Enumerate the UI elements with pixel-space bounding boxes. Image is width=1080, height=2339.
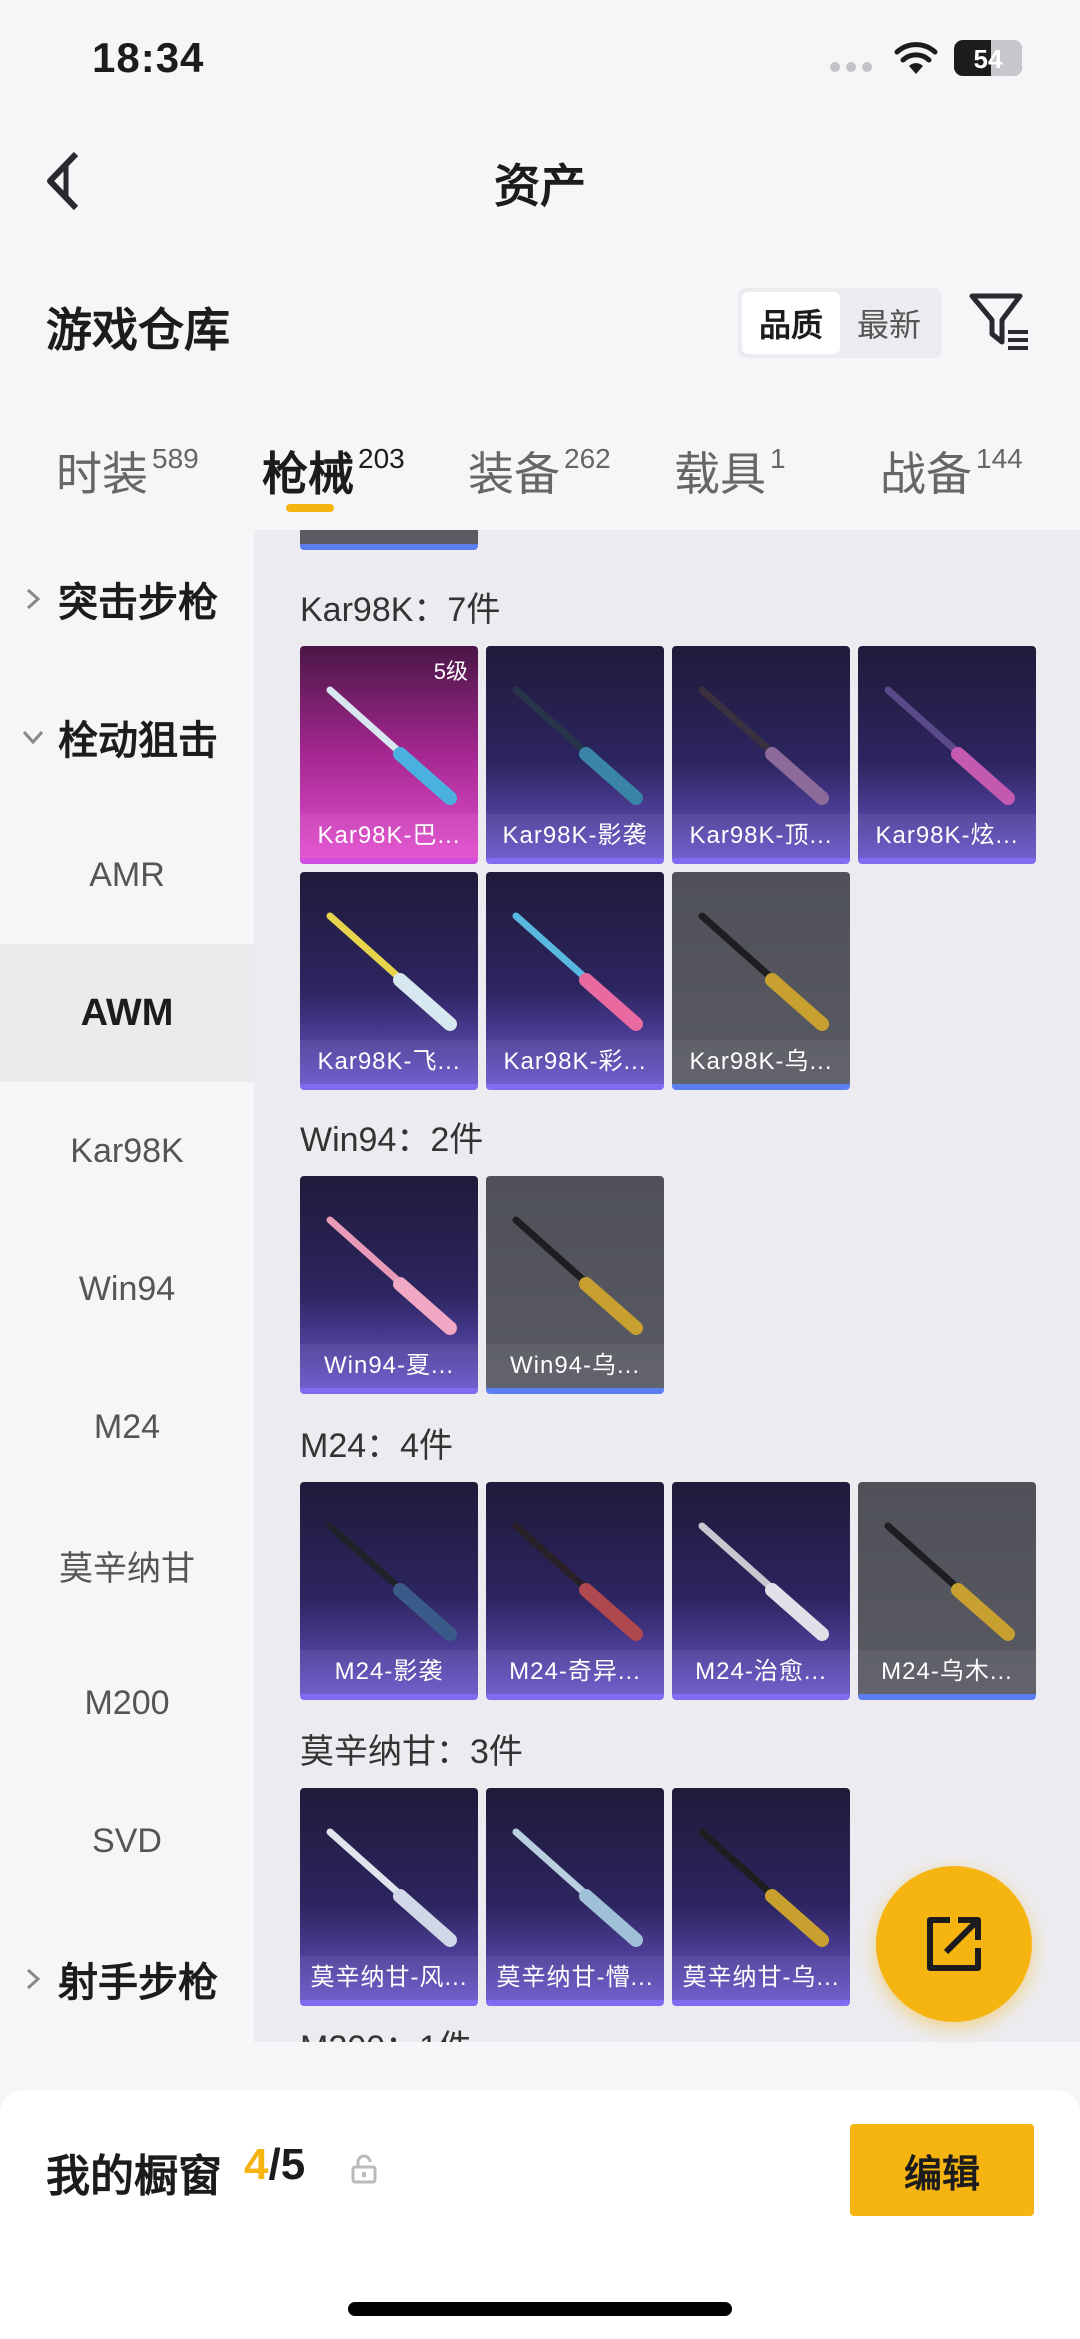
chevron-down-icon [22,730,44,745]
weapon-card-label: 莫辛纳甘-乌... [672,1956,850,2000]
rifle-icon [884,686,1015,805]
weapon-card-label: Kar98K-飞... [300,1040,478,1084]
share-button[interactable] [876,1866,1032,2022]
signal-dots-icon [830,62,872,72]
weapon-card[interactable]: Kar98K-彩... [486,872,664,1090]
rifle-icon [512,1522,643,1641]
weapon-card-label: Kar98K-炫... [858,814,1036,858]
sort-quality-button[interactable]: 品质 [742,292,840,354]
section-title: M24：4件 [300,1427,454,1465]
weapon-card-label: M24-乌木... [858,1650,1036,1694]
weapon-card-label: M24-治愈... [672,1650,850,1694]
tab-firearms[interactable]: 枪械 203 [262,438,405,504]
sidebar-item-m200[interactable]: M200 [0,1634,254,1772]
weapon-card-label: M24-影袭 [300,1650,478,1694]
sidebar-group-bolt-snipers[interactable]: 栓动狙击 [0,668,254,806]
tab-tactical[interactable]: 战备 144 [880,438,1023,504]
home-indicator [348,2302,732,2316]
sidebar-item-mosin[interactable]: 莫辛纳甘 [0,1496,254,1634]
showcase-count: 4/5 [244,2140,306,2189]
sidebar-group-marksman-rifles[interactable]: 射手步枪 [0,1910,254,2048]
sidebar-item-m24[interactable]: M24 [0,1358,254,1496]
weapon-card-partial[interactable]: AWM-乌木... [300,530,478,550]
chevron-right-icon [26,1968,41,1990]
rifle-icon [698,1522,829,1641]
weapon-card-label: 莫辛纳甘-风... [300,1956,478,2000]
rifle-icon [698,1828,829,1947]
sidebar-group-assault-rifles[interactable]: 突击步枪 [0,530,254,668]
weapon-card[interactable]: Kar98K-影袭 [486,646,664,864]
nav-bar: 资产 [0,120,1080,240]
section-title: M200：1件 [300,2020,472,2042]
weapon-card-label: M24-奇异... [486,1650,664,1694]
sort-toggle: 品质 最新 [738,288,942,358]
showcase-label: 我的橱窗 [46,2152,222,2201]
weapon-card[interactable]: M24-治愈... [672,1482,850,1700]
category-tabs: 时装 589 枪械 203 装备 262 载具 1 战备 144 [0,420,1080,530]
rifle-icon [512,686,643,805]
sidebar-item-kar98k[interactable]: Kar98K [0,1082,254,1220]
rifle-icon [326,912,457,1031]
chevron-right-icon [26,588,41,610]
filter-icon[interactable] [968,290,1032,352]
weapon-card[interactable]: Kar98K-乌... [672,872,850,1090]
tab-fashion[interactable]: 时装 589 [56,438,199,504]
rifle-icon [326,686,457,805]
tab-vehicles[interactable]: 载具 1 [674,438,786,504]
rifle-icon [512,1828,643,1947]
wifi-icon [894,42,938,74]
warehouse-title: 游戏仓库 [46,304,230,356]
active-tab-indicator [286,504,334,512]
share-external-icon [927,1917,981,1971]
sidebar-item-amr[interactable]: AMR [0,806,254,944]
weapon-card[interactable]: Kar98K-炫... [858,646,1036,864]
weapon-card-label: Kar98K-巴... [300,814,478,858]
sidebar-item-awm[interactable]: AWM [0,944,254,1082]
edit-button[interactable]: 编辑 [850,2124,1034,2216]
rifle-icon [884,1522,1015,1641]
battery-level: 54 [973,44,1003,74]
sidebar: 突击步枪 栓动狙击 AMR AWM Kar98K Win94 M24 莫辛纳甘 … [0,530,254,2040]
sidebar-item-svd[interactable]: SVD [0,1772,254,1910]
weapon-grid: AWM-乌木... Kar98K：7件 Win94：2件 M24：4件 莫辛纳甘… [254,530,1080,2042]
status-bar: 18:34 54 [0,0,1080,120]
rifle-icon [326,1828,457,1947]
weapon-card[interactable]: 莫辛纳甘-风... [300,1788,478,2006]
weapon-card[interactable]: Kar98K-飞... [300,872,478,1090]
tab-equipment[interactable]: 装备 262 [468,438,611,504]
weapon-card[interactable]: 莫辛纳甘-懵... [486,1788,664,2006]
weapon-card[interactable]: 莫辛纳甘-乌... [672,1788,850,2006]
battery-icon: 54 [954,40,1022,76]
weapon-card-label: Win94-乌... [486,1344,664,1388]
rifle-icon [698,912,829,1031]
rifle-icon [326,1216,457,1335]
sort-newest-button[interactable]: 最新 [840,292,938,354]
rifle-icon [698,686,829,805]
rifle-icon [512,1216,643,1335]
unlock-icon[interactable] [350,2154,378,2184]
status-time: 18:34 [92,34,205,81]
weapon-card-label: Kar98K-乌... [672,1040,850,1084]
weapon-card[interactable]: Win94-乌... [486,1176,664,1394]
weapon-card[interactable]: Kar98K-顶... [672,646,850,864]
rifle-icon [326,1522,457,1641]
section-title: Kar98K：7件 [300,591,501,629]
weapon-card-label: Kar98K-彩... [486,1040,664,1084]
weapon-card[interactable]: Win94-夏... [300,1176,478,1394]
weapon-card[interactable]: M24-影袭 [300,1482,478,1700]
rifle-icon [512,912,643,1031]
section-title: 莫辛纳甘：3件 [300,1733,523,1771]
weapon-card-label: Kar98K-顶... [672,814,850,858]
page-title: 资产 [494,160,586,212]
sidebar-item-win94[interactable]: Win94 [0,1220,254,1358]
weapon-card-label: 莫辛纳甘-懵... [486,1956,664,2000]
weapon-card-label: Win94-夏... [300,1344,478,1388]
weapon-card[interactable]: M24-乌木... [858,1482,1036,1700]
weapon-card-label: Kar98K-影袭 [486,814,664,858]
weapon-card[interactable]: 5级 Kar98K-巴... [300,646,478,864]
weapon-card[interactable]: M24-奇异... [486,1482,664,1700]
section-title: Win94：2件 [300,1121,484,1159]
